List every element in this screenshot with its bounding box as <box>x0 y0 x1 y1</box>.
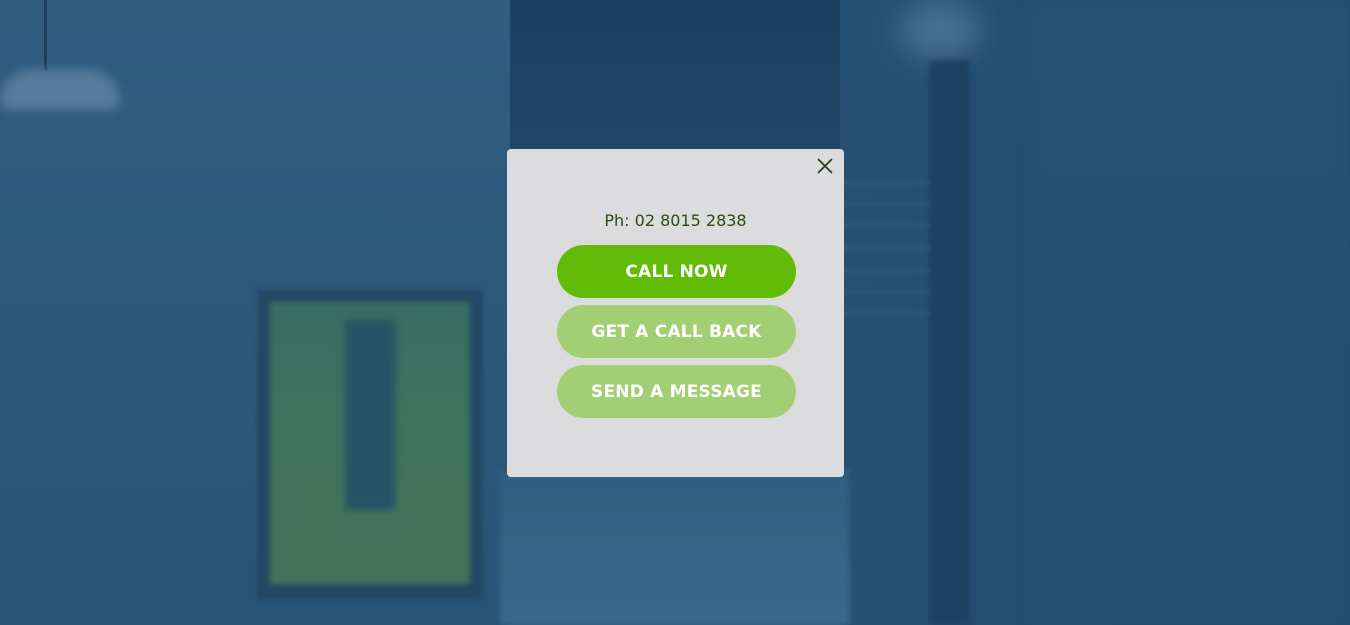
close-icon <box>817 158 833 174</box>
close-button[interactable] <box>814 155 836 177</box>
get-call-back-button[interactable]: GET A CALL BACK <box>557 305 796 358</box>
call-now-button[interactable]: CALL NOW <box>557 245 796 298</box>
phone-number: Ph: 02 8015 2838 <box>604 211 747 230</box>
contact-modal: Ph: 02 8015 2838 CALL NOW GET A CALL BAC… <box>507 149 844 477</box>
send-message-button[interactable]: SEND A MESSAGE <box>557 365 796 418</box>
